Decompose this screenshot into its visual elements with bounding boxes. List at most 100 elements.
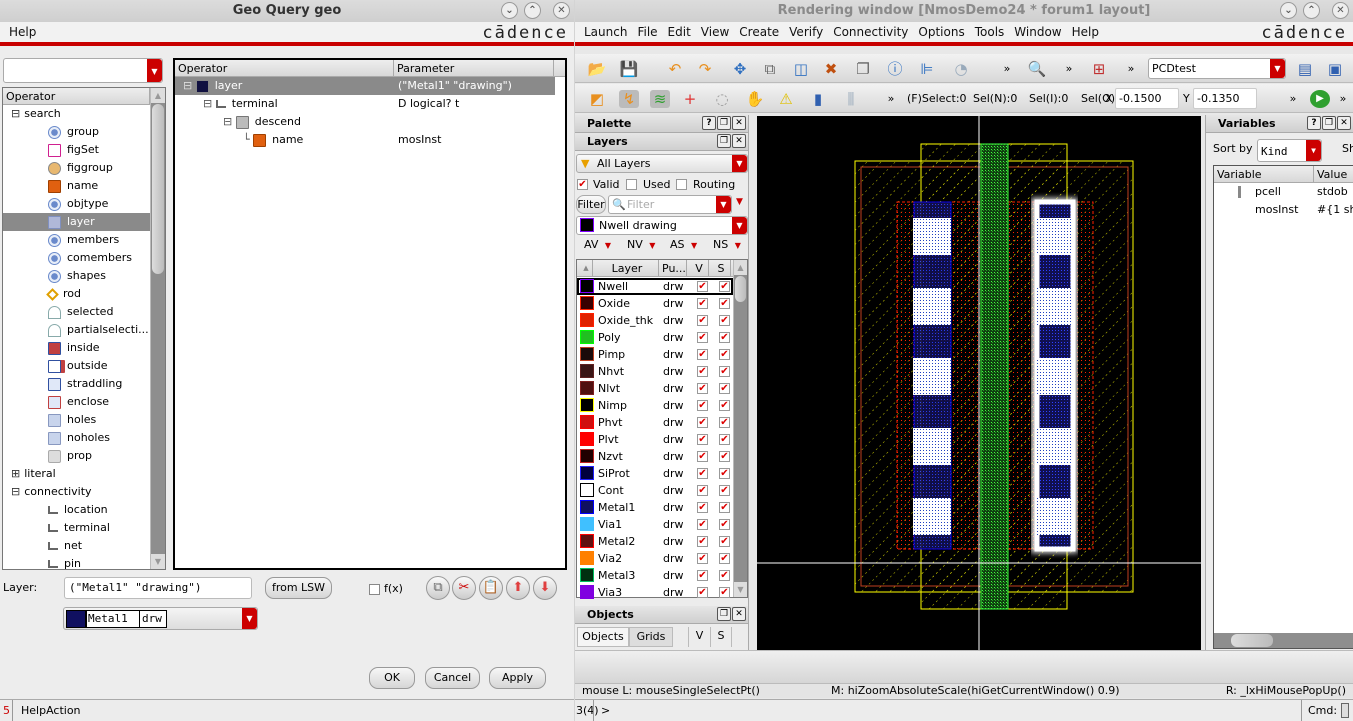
routing-checkbox[interactable] — [676, 179, 687, 190]
selectable-col-header[interactable]: S — [709, 260, 731, 276]
select-mode-icon[interactable]: ◩ — [587, 90, 607, 108]
stop-icon[interactable]: ✋ — [745, 90, 765, 108]
collapse-icon[interactable]: ⊟ — [183, 79, 196, 92]
x-coord-field[interactable]: -0.1500 — [1115, 88, 1179, 109]
vis-button-nv[interactable]: NV ▼ — [627, 238, 655, 251]
layer-row[interactable]: Via2 drw ✔ ✔ — [577, 550, 733, 567]
tab-grids[interactable]: Grids — [629, 627, 673, 647]
reshape-icon[interactable]: ◔ — [951, 60, 971, 78]
operator-tree-item-outside[interactable]: outside — [3, 357, 150, 375]
operator-tree-item-figgroup[interactable]: figgroup — [3, 159, 150, 177]
selectable-checkbox[interactable]: ✔ — [719, 400, 730, 411]
valid-checkbox[interactable]: ✔ — [577, 179, 588, 190]
layer-row[interactable]: Nhvt drw ✔ ✔ — [577, 363, 733, 380]
visible-checkbox[interactable]: ✔ — [697, 281, 708, 292]
expand-icon[interactable]: ⊞ — [11, 467, 20, 480]
operator-tree-item-comembers[interactable]: comembers — [3, 249, 150, 267]
layer-select-combo[interactable]: Metal1 drw ▼ — [63, 607, 258, 630]
undo-icon[interactable]: ↶ — [665, 60, 685, 78]
route-icon[interactable]: ↯ — [619, 90, 639, 108]
selectable-checkbox[interactable]: ✔ — [719, 485, 730, 496]
tab-objects[interactable]: Objects — [577, 627, 629, 647]
toolbar-overflow[interactable]: » — [1059, 60, 1079, 78]
selectable-checkbox[interactable]: ✔ — [719, 553, 730, 564]
chevron-down-icon[interactable]: ▼ — [732, 155, 747, 172]
toolbar-overflow[interactable]: » — [881, 90, 901, 108]
close-icon[interactable]: ✕ — [1337, 116, 1351, 130]
menu-launch[interactable]: Launch — [579, 25, 632, 39]
menu-tools[interactable]: Tools — [970, 25, 1010, 39]
menu-file[interactable]: File — [632, 25, 662, 39]
fx-checkbox[interactable] — [369, 584, 380, 595]
visible-checkbox[interactable]: ✔ — [697, 570, 708, 581]
selectable-checkbox[interactable]: ✔ — [719, 519, 730, 530]
toolbar-overflow[interactable]: » — [1333, 90, 1353, 108]
menu-window[interactable]: Window — [1009, 25, 1066, 39]
current-layer-combo[interactable]: Nwell drawing ▼ — [576, 216, 748, 235]
ruler-icon[interactable]: ⫼ — [841, 90, 861, 108]
layer-table-scrollbar[interactable]: ▲ ▼ — [733, 260, 747, 597]
chevron-down-icon[interactable]: ▼ — [1306, 140, 1321, 161]
operator-tree-item-straddling[interactable]: straddling — [3, 375, 150, 393]
chevron-down-icon[interactable]: ▼ — [716, 196, 731, 213]
vis-button-as[interactable]: AS ▼ — [670, 238, 697, 251]
menu-view[interactable]: View — [696, 25, 734, 39]
query-header-operator[interactable]: Operator — [175, 60, 394, 76]
layout-canvas[interactable] — [757, 116, 1201, 650]
toolbar-overflow[interactable]: » — [997, 60, 1017, 78]
copy-icon[interactable]: ⧉ — [426, 576, 450, 600]
menu-options[interactable]: Options — [913, 25, 969, 39]
close-button[interactable]: ✕ — [553, 2, 570, 19]
query-row[interactable]: ⊟ layer ("Metal1" "drawing") — [175, 77, 555, 95]
from-lsw-button[interactable]: from LSW — [265, 577, 332, 599]
visible-checkbox[interactable]: ✔ — [697, 298, 708, 309]
float-icon[interactable]: ❐ — [1322, 116, 1336, 130]
chevron-down-icon[interactable]: ▼ — [147, 59, 162, 82]
visible-checkbox[interactable]: ✔ — [697, 468, 708, 479]
operator-tree-item-selected[interactable]: selected — [3, 303, 150, 321]
vis-button-ns[interactable]: NS ▼ — [713, 238, 741, 251]
visible-checkbox[interactable]: ✔ — [697, 502, 708, 513]
visible-checkbox[interactable]: ✔ — [697, 553, 708, 564]
chevron-down-icon[interactable]: ▼ — [732, 217, 747, 234]
scrollbar-thumb[interactable] — [152, 104, 164, 274]
selectable-checkbox[interactable]: ✔ — [719, 417, 730, 428]
chevron-down-icon[interactable]: ▼ — [647, 241, 655, 250]
replace-icon[interactable]: ❐ — [853, 60, 873, 78]
scroll-down-arrow[interactable]: ▼ — [151, 554, 165, 569]
operator-tree-item-location[interactable]: location — [3, 501, 150, 519]
visible-checkbox[interactable]: ✔ — [697, 587, 708, 598]
operator-tree-item-connectivity[interactable]: ⊟ connectivity — [3, 483, 150, 501]
crosshair-icon[interactable]: + — [680, 90, 700, 108]
selectable-checkbox[interactable]: ✔ — [719, 383, 730, 394]
layer-row[interactable]: Oxide_thk drw ✔ ✔ — [577, 312, 733, 329]
menu-create[interactable]: Create — [734, 25, 784, 39]
toolbar-overflow[interactable]: » — [1283, 90, 1303, 108]
operator-tree-item-group[interactable]: group — [3, 123, 150, 141]
objects-v-header[interactable]: V — [688, 627, 710, 647]
selectable-checkbox[interactable]: ✔ — [719, 570, 730, 581]
menu-edit[interactable]: Edit — [663, 25, 696, 39]
operator-tree-item-net[interactable]: net — [3, 537, 150, 555]
query-row[interactable]: ⊟ terminal D logical? t — [175, 95, 555, 113]
layer-row[interactable]: Poly drw ✔ ✔ — [577, 329, 733, 346]
layer-row[interactable]: Phvt drw ✔ ✔ — [577, 414, 733, 431]
operator-tree-item-rod[interactable]: rod — [3, 285, 150, 303]
operator-tree-item-pin[interactable]: pin — [3, 555, 150, 573]
scrollbar-thumb[interactable] — [1231, 634, 1273, 647]
collapse-icon[interactable]: ⊟ — [203, 97, 216, 110]
command-input[interactable] — [615, 702, 1295, 720]
variable-col-header[interactable]: Variable — [1214, 166, 1314, 182]
visible-checkbox[interactable]: ✔ — [697, 349, 708, 360]
operator-tree-item-enclose[interactable]: enclose — [3, 393, 150, 411]
operator-tree-item-figset[interactable]: figSet — [3, 141, 150, 159]
float-icon[interactable]: ❐ — [717, 134, 731, 148]
move-up-icon[interactable]: ⬆ — [506, 576, 530, 600]
operator-tree-item-members[interactable]: members — [3, 231, 150, 249]
operator-tree-header[interactable]: Operator — [3, 88, 150, 104]
highlight-icon[interactable]: ▮ — [808, 90, 828, 108]
move-icon[interactable]: ✥ — [730, 60, 750, 78]
collapse-icon[interactable]: ⊟ — [11, 107, 20, 120]
used-checkbox[interactable] — [626, 179, 637, 190]
visible-checkbox[interactable]: ✔ — [697, 332, 708, 343]
